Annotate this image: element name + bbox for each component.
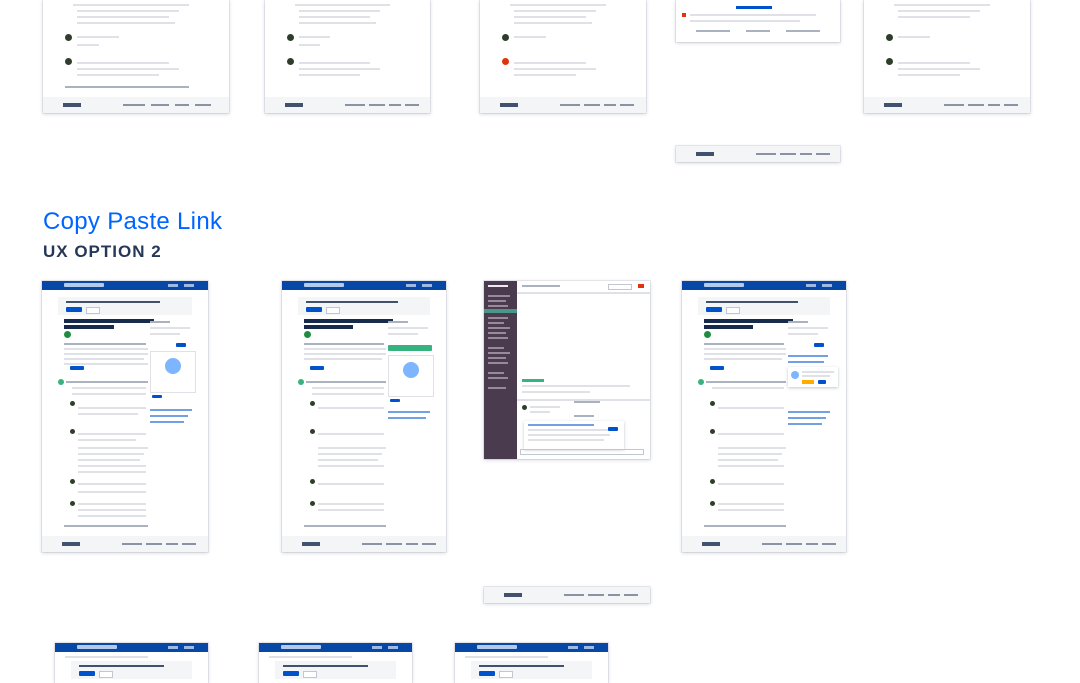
thumbnail-community-question-2[interactable] bbox=[282, 281, 446, 552]
thumbnail-top-1[interactable] bbox=[43, 0, 229, 113]
thumbnail-bottom-1[interactable] bbox=[55, 643, 208, 683]
thumbnail-top-2[interactable] bbox=[265, 0, 430, 113]
section-subtitle: UX OPTION 2 bbox=[43, 242, 162, 261]
thumbnail-top-4-footer bbox=[676, 146, 840, 162]
thumbnail-bottom-3[interactable] bbox=[455, 643, 608, 683]
thumbnail-bottom-2[interactable] bbox=[259, 643, 412, 683]
thumbnail-community-question-4[interactable] bbox=[682, 281, 846, 552]
thumbnail-slack-footer bbox=[484, 587, 650, 603]
thumbnail-top-4-slack-preview[interactable] bbox=[676, 0, 840, 42]
thumbnail-slack-channel[interactable] bbox=[484, 281, 650, 459]
thumbnail-top-3[interactable] bbox=[480, 0, 646, 113]
section-title: Copy Paste Link bbox=[43, 208, 223, 235]
thumbnail-top-5[interactable] bbox=[864, 0, 1030, 113]
thumbnail-community-question-1[interactable] bbox=[42, 281, 208, 552]
